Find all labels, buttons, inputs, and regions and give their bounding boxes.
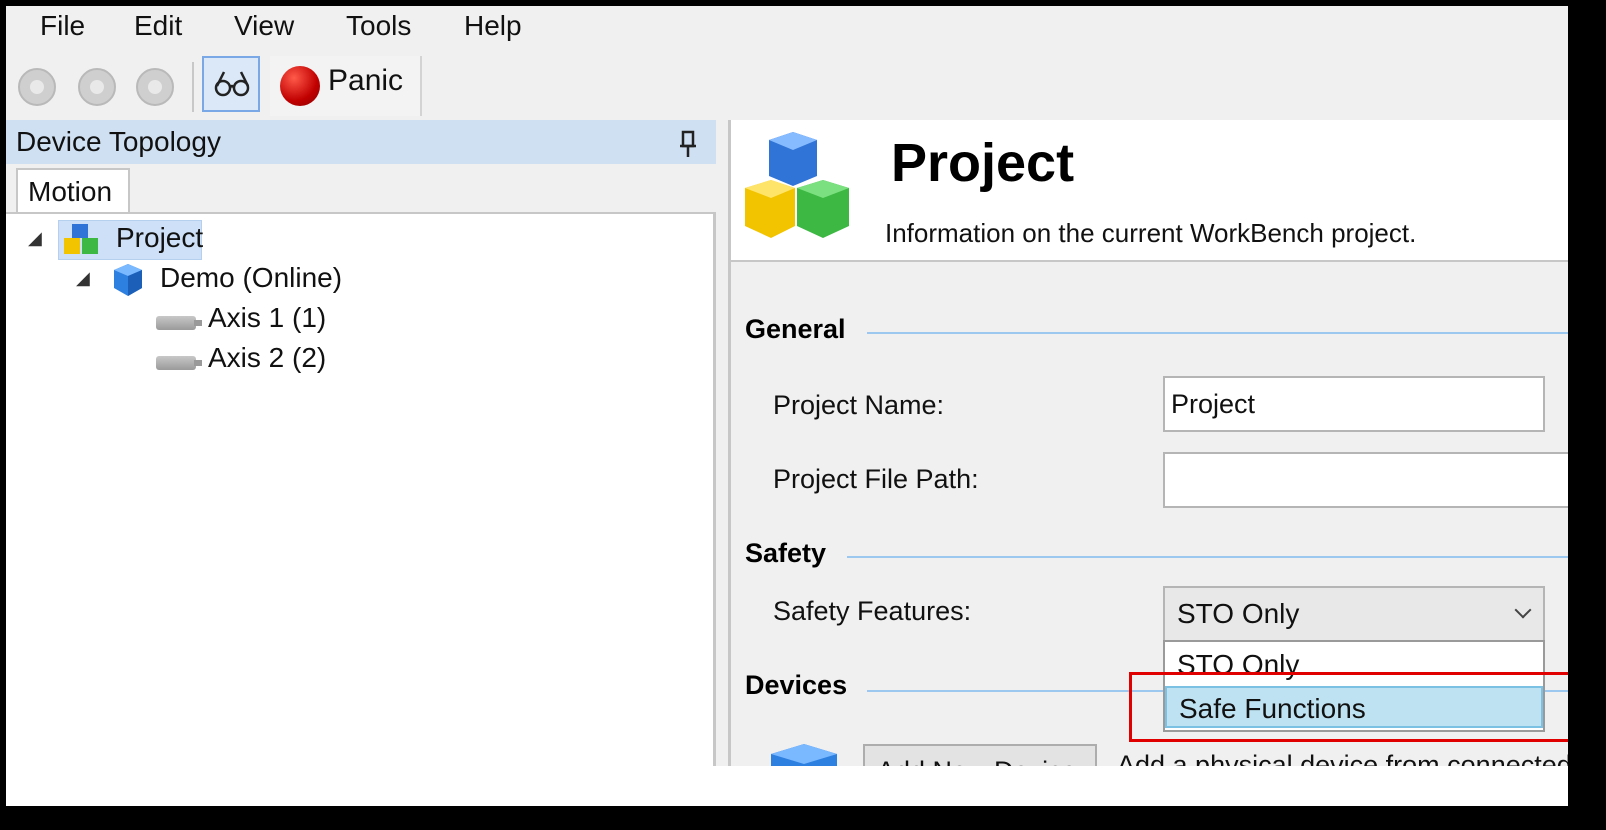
toolbar-separator	[192, 62, 194, 112]
bottom-margin	[6, 766, 1568, 806]
tab-motion-label: Motion	[28, 176, 113, 207]
project-name-field[interactable]	[1163, 376, 1545, 432]
menu-bar: File Edit View Tools Help	[6, 6, 1568, 50]
collapse-arrow-icon[interactable]: ◢	[76, 268, 90, 289]
project-cubes-icon	[745, 132, 849, 238]
project-header: Project Information on the current WorkB…	[731, 120, 1568, 262]
panic-icon	[280, 66, 320, 106]
up-icon[interactable]	[136, 68, 174, 106]
tree-node-device[interactable]: Demo (Online)	[160, 262, 342, 294]
menu-help[interactable]: Help	[464, 10, 522, 42]
panic-label: Panic	[328, 64, 404, 97]
device-tree: ◢ Project ◢ Demo (Online) Axis 1 (1) Axi…	[6, 212, 716, 782]
axis-icon	[156, 356, 202, 370]
project-name-label: Project Name:	[773, 390, 945, 420]
safety-features-select[interactable]: STO Only	[1163, 586, 1545, 642]
tree-node-axis[interactable]: Axis 2 (2)	[208, 342, 326, 374]
annotation-highlight-box	[1129, 672, 1568, 742]
panic-button[interactable]: Panic	[270, 56, 422, 116]
page-subtitle: Information on the current WorkBench pro…	[885, 218, 1417, 248]
right-border	[1568, 0, 1606, 830]
pane-title: Device Topology	[16, 126, 221, 157]
tab-motion[interactable]: Motion	[16, 168, 130, 214]
glasses-icon[interactable]	[202, 56, 260, 112]
page-title: Project	[891, 133, 1075, 193]
axis-icon	[156, 316, 202, 330]
device-topology-pane: Device Topology Motion ◢ Project ◢ Demo …	[6, 120, 716, 782]
section-devices: Devices	[745, 670, 848, 700]
menu-edit[interactable]: Edit	[134, 10, 182, 42]
section-divider	[847, 556, 1568, 558]
toolbar: Panic	[6, 50, 1568, 120]
device-cube-icon	[114, 264, 142, 296]
pin-icon[interactable]	[678, 130, 698, 158]
section-safety: Safety	[745, 538, 827, 568]
menu-file[interactable]: File	[40, 10, 85, 42]
project-file-path-label: Project File Path:	[773, 464, 979, 494]
project-file-path-field[interactable]	[1163, 452, 1568, 508]
project-icon	[64, 224, 98, 254]
safety-features-label: Safety Features:	[773, 596, 972, 626]
safety-features-value: STO Only	[1177, 598, 1300, 629]
app-window: File Edit View Tools Help Panic Device T…	[6, 6, 1568, 782]
collapse-arrow-icon[interactable]: ◢	[28, 228, 42, 249]
back-icon[interactable]	[18, 68, 56, 106]
section-general: General	[745, 314, 846, 344]
tree-node-project[interactable]: Project	[116, 222, 203, 254]
pane-header: Device Topology	[6, 120, 716, 164]
forward-icon[interactable]	[78, 68, 116, 106]
menu-tools[interactable]: Tools	[346, 10, 411, 42]
tree-node-axis[interactable]: Axis 1 (1)	[208, 302, 326, 334]
section-divider	[867, 332, 1568, 334]
chevron-down-icon	[1514, 601, 1532, 619]
project-panel: Project Information on the current WorkB…	[728, 120, 1568, 782]
menu-view[interactable]: View	[234, 10, 294, 42]
